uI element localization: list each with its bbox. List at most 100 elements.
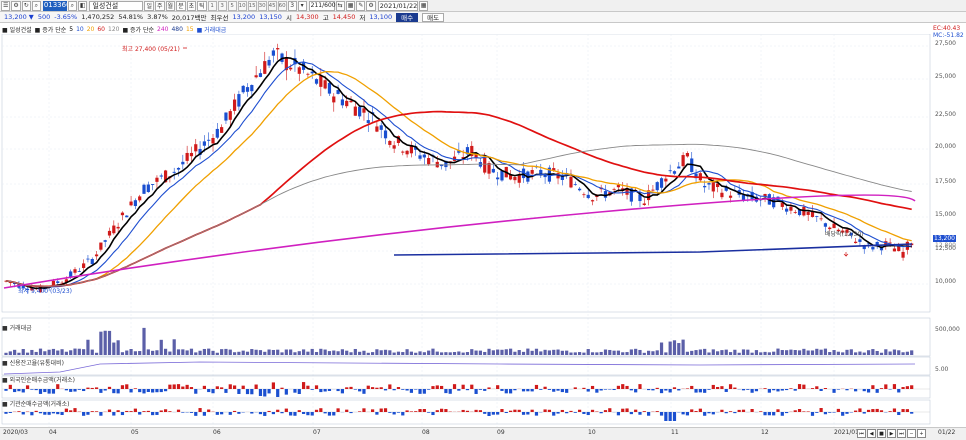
foreign-bar-55 <box>241 385 245 389</box>
volume-bar-42 <box>185 350 189 355</box>
foreign-bar-11 <box>51 389 56 394</box>
institution-bar-107 <box>465 410 470 412</box>
minute-15-button[interactable]: 15 <box>247 0 257 11</box>
institution-bar-31 <box>138 412 142 415</box>
period-week-button[interactable]: 주 <box>155 0 165 11</box>
candle-body-40 <box>176 167 181 170</box>
volume-bar-120 <box>521 351 526 355</box>
minute-1-button[interactable]: 1 <box>207 0 217 11</box>
candle-body-183 <box>793 212 797 213</box>
volume-axis-label: 500,000 <box>935 326 960 333</box>
volume-bar-166 <box>720 350 724 355</box>
institution-bar-88 <box>383 408 388 412</box>
foreign-bar-174 <box>754 389 759 392</box>
volume-bar-125 <box>543 349 547 355</box>
institution-bar-205 <box>888 411 892 412</box>
period-tick-button[interactable]: 틱 <box>197 0 207 11</box>
foreign-bar-0 <box>4 389 8 391</box>
institution-bar-113 <box>491 412 495 415</box>
related-icon[interactable]: ◧ <box>77 0 88 11</box>
volume-bar-83 <box>362 350 366 355</box>
minute-3-button[interactable]: 3 <box>217 0 227 11</box>
refresh-icon[interactable]: ↻ <box>21 0 31 11</box>
foreign-bar-60 <box>263 389 267 397</box>
stock-code-input[interactable]: 013360 <box>42 0 71 11</box>
volume-bar-27 <box>120 352 125 355</box>
volume-bar-8 <box>38 348 43 355</box>
search-icon[interactable]: ⌕ <box>31 0 41 11</box>
foreign-bar-135 <box>586 389 590 392</box>
volume-bar-176 <box>763 351 767 355</box>
volume-bar-136 <box>590 352 595 355</box>
institution-bar-15 <box>69 410 73 412</box>
volume-bar-10 <box>47 349 51 355</box>
price-chart[interactable] <box>0 34 966 427</box>
tools-icon[interactable]: ✎ <box>356 0 366 11</box>
buy-button[interactable]: 매수 <box>396 12 419 22</box>
institution-bar-94 <box>409 411 414 412</box>
institution-bar-127 <box>552 412 556 416</box>
institution-bar-181 <box>785 412 789 414</box>
settings-icon[interactable]: ⚙ <box>11 0 21 11</box>
institution-bar-40 <box>176 409 181 412</box>
dropdown-icon[interactable]: ▾ <box>297 0 307 11</box>
period-month-button[interactable]: 월 <box>165 0 176 11</box>
foreign-bar-12 <box>56 384 60 389</box>
volume-bar-98 <box>427 350 431 355</box>
nav-next-icon[interactable]: ▶ <box>887 429 896 438</box>
foreign-bar-140 <box>608 389 612 390</box>
minute-10-button[interactable]: 10 <box>237 0 247 11</box>
candle-body-113 <box>491 168 495 173</box>
volume-bar-91 <box>396 351 401 355</box>
institution-bar-6 <box>30 412 34 416</box>
volume-bar-44 <box>194 352 198 355</box>
config-icon[interactable]: ⚙ <box>366 0 376 11</box>
code-search-icon[interactable]: ⌕ <box>67 0 77 11</box>
foreign-bar-153 <box>664 389 668 391</box>
legend-ma120: 120 <box>108 25 120 33</box>
minute-5-button[interactable]: 5 <box>227 0 237 11</box>
period-minute-button[interactable]: 분 <box>176 0 186 11</box>
zoom-out-icon[interactable]: − <box>907 429 916 438</box>
institution-bar-116 <box>504 412 508 414</box>
institution-bar-190 <box>823 412 828 415</box>
institution-bar-47 <box>207 409 211 412</box>
zoom-in-icon[interactable]: + <box>917 429 926 438</box>
volume-bar-48 <box>211 350 215 355</box>
nav-last-icon[interactable]: ⏭ <box>897 429 906 438</box>
data-count-field[interactable]: 211/600 <box>308 0 336 11</box>
nav-prev-icon[interactable]: ◀ <box>867 429 876 438</box>
period-second-button[interactable]: 초 <box>186 0 197 11</box>
candle-body-68 <box>297 67 301 74</box>
minute-45-button[interactable]: 45 <box>267 0 277 11</box>
volume-bar-61 <box>267 349 271 355</box>
table-icon[interactable]: ▦ <box>345 0 356 11</box>
nav-stop-icon[interactable]: ■ <box>877 429 886 438</box>
foreign-bar-206 <box>892 384 897 389</box>
extra-3-button[interactable]: 3 <box>287 0 297 11</box>
institution-bar-83 <box>362 408 366 412</box>
foreign-bar-106 <box>461 384 465 389</box>
volume-bar-106 <box>461 352 465 355</box>
period-day-button[interactable]: 일 <box>144 0 155 11</box>
institution-bar-109 <box>474 409 478 412</box>
candle-body-33 <box>146 184 150 193</box>
candle-body-84 <box>366 120 370 124</box>
stock-name-field[interactable]: 일성건설 <box>89 0 144 11</box>
institution-bar-96 <box>418 409 422 412</box>
nav-first-icon[interactable]: ⏮ <box>857 429 866 438</box>
minute-30-button[interactable]: 30 <box>257 0 267 11</box>
institution-bar-130 <box>565 412 569 414</box>
volume-bar-63 <box>276 349 280 355</box>
volume-bar-127 <box>552 349 556 355</box>
minute-60-button[interactable]: 60 <box>277 0 287 11</box>
sell-button[interactable]: 매도 <box>422 12 445 22</box>
menu-icon[interactable]: ☰ <box>1 0 11 11</box>
volume-ratio: 54.81% <box>118 13 144 21</box>
date-field[interactable]: 2021/01/22 <box>377 0 418 11</box>
foreign-bar-204 <box>884 384 888 389</box>
candle-body-153 <box>664 178 668 182</box>
calendar-icon[interactable]: ▦ <box>418 0 429 11</box>
link-icon[interactable]: ⇆ <box>335 0 345 11</box>
institution-bar-53 <box>232 410 237 412</box>
